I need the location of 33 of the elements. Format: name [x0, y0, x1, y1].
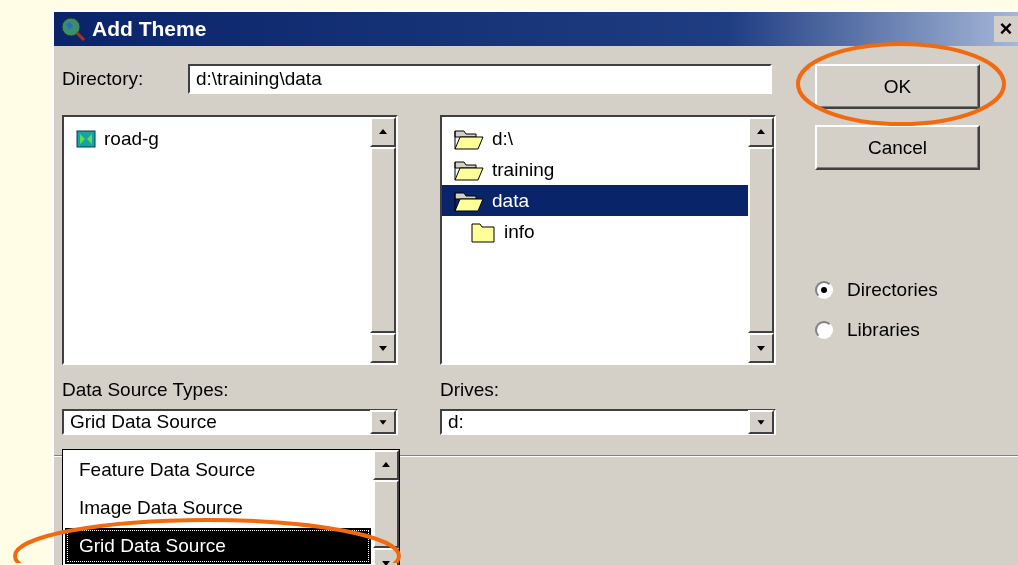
- dialog-button[interactable]: Cancel: [815, 125, 980, 170]
- source-item[interactable]: road-g: [64, 123, 370, 154]
- open-folder-icon: [454, 127, 484, 150]
- data-source-types-dropdown[interactable]: Grid Data Source: [62, 409, 398, 435]
- open-folder-icon: [454, 158, 484, 181]
- folder-item[interactable]: info: [442, 216, 748, 247]
- scroll-down-button[interactable]: [748, 333, 774, 363]
- globe-magnifier-icon: [60, 16, 86, 42]
- scroll-up-button[interactable]: [370, 117, 396, 147]
- grid-icon: [76, 129, 96, 148]
- folder-icon: [470, 220, 496, 243]
- drives-dropdown[interactable]: d:: [440, 409, 776, 435]
- radio-button[interactable]: [815, 281, 833, 299]
- data-source-types-label: Data Source Types:: [62, 379, 229, 400]
- folder-item[interactable]: training: [442, 154, 748, 185]
- scroll-down-button[interactable]: [370, 333, 396, 363]
- scroll-up-button[interactable]: [373, 450, 399, 480]
- close-button[interactable]: ×: [994, 16, 1018, 42]
- folder-item[interactable]: d:\: [442, 123, 748, 154]
- radio-button[interactable]: [815, 321, 833, 339]
- scroll-up-button[interactable]: [748, 117, 774, 147]
- dropdown-option[interactable]: Grid Data Source: [65, 528, 371, 564]
- dropdown-option[interactable]: Image Data Source: [65, 490, 371, 526]
- window-title: Add Theme: [92, 17, 208, 41]
- open-folder-icon: [454, 189, 484, 212]
- radio-label: Libraries: [847, 319, 920, 341]
- folder-item[interactable]: data: [442, 185, 748, 216]
- dropdown-option[interactable]: Feature Data Source: [65, 452, 371, 488]
- radio-label: Directories: [847, 279, 938, 301]
- directory-label: Directory:: [62, 68, 145, 90]
- dialog-button[interactable]: OK: [815, 64, 980, 109]
- drives-label: Drives:: [440, 379, 500, 400]
- directory-field[interactable]: d:\training\data: [188, 64, 772, 94]
